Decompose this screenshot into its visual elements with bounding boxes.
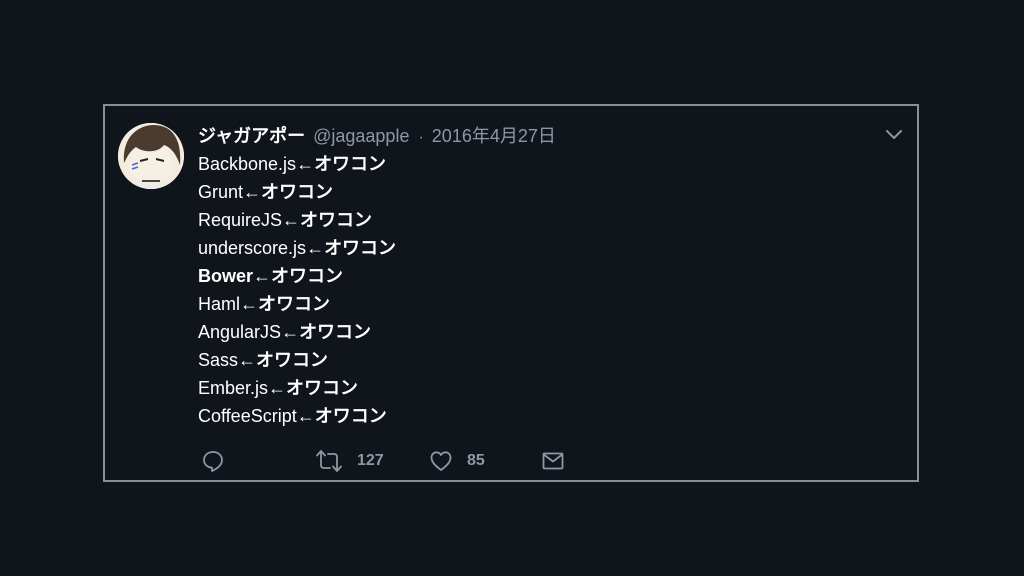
tweet-line-prefix: Grunt — [198, 182, 244, 202]
mail-icon — [542, 452, 564, 470]
retweet-icon — [316, 450, 342, 472]
like-count: 85 — [467, 452, 485, 469]
tweet-line-prefix: Ember.js — [198, 378, 269, 398]
tweet-line: Sass←オワコン — [198, 346, 396, 374]
tweet-line: Bower←オワコン — [198, 262, 396, 290]
header-separator: · — [418, 129, 424, 146]
tweet-line: Backbone.js←オワコン — [198, 150, 396, 178]
tweet-line-suffix: ←オワコン — [240, 294, 331, 314]
tweet-card[interactable]: ジャガアポー @jagaapple · 2016年4月27日 Backbone.… — [103, 104, 919, 482]
heart-icon — [430, 451, 452, 471]
tweet-line-prefix: AngularJS — [198, 322, 282, 342]
tweet-line: Haml←オワコン — [198, 290, 396, 318]
tweet-line-suffix: ←オワコン — [243, 182, 334, 202]
tweet-line-suffix: ←オワコン — [253, 266, 344, 286]
tweet-line-suffix: ←オワコン — [306, 238, 397, 258]
tweet-line: Ember.js←オワコン — [198, 374, 396, 402]
tweet-line-prefix: underscore.js — [198, 238, 307, 258]
tweet-line-suffix: ←オワコン — [296, 154, 387, 174]
tweet-line-prefix: Haml — [198, 294, 241, 314]
tweet-line: Grunt←オワコン — [198, 178, 396, 206]
like-button[interactable]: 85 — [429, 448, 485, 474]
chevron-down-icon[interactable] — [885, 128, 903, 140]
tweet-line-suffix: ←オワコン — [238, 350, 329, 370]
avatar[interactable] — [118, 123, 184, 189]
tweet-line: underscore.js←オワコン — [198, 234, 396, 262]
tweet-line-suffix: ←オワコン — [282, 210, 373, 230]
display-name[interactable]: ジャガアポー — [198, 122, 305, 148]
tweet-line-prefix: Backbone.js — [198, 154, 297, 174]
avatar-image — [118, 123, 184, 189]
tweet-timestamp[interactable]: 2016年4月27日 — [432, 122, 556, 148]
retweet-count: 127 — [357, 452, 384, 469]
tweet-line-prefix: RequireJS — [198, 210, 283, 230]
tweet-line-prefix: Bower — [198, 266, 254, 286]
tweet-line-prefix: CoffeeScript — [198, 406, 297, 426]
reply-button[interactable] — [201, 448, 225, 474]
retweet-button[interactable]: 127 — [315, 448, 384, 474]
tweet-line-suffix: ←オワコン — [296, 406, 387, 426]
tweet-line: CoffeeScript←オワコン — [198, 402, 396, 430]
tweet-line: RequireJS←オワコン — [198, 206, 396, 234]
tweet-line-suffix: ←オワコン — [268, 378, 359, 398]
tweet-text: Backbone.js←オワコン Grunt←オワコン RequireJS←オワ… — [198, 150, 396, 430]
reply-icon — [203, 451, 223, 472]
direct-message-button[interactable] — [541, 448, 565, 474]
tweet-line: AngularJS←オワコン — [198, 318, 396, 346]
tweet-header: ジャガアポー @jagaapple · 2016年4月27日 — [198, 122, 556, 146]
user-handle[interactable]: @jagaapple — [313, 126, 409, 147]
tweet-line-suffix: ←オワコン — [281, 322, 372, 342]
tweet-line-prefix: Sass — [198, 350, 239, 370]
